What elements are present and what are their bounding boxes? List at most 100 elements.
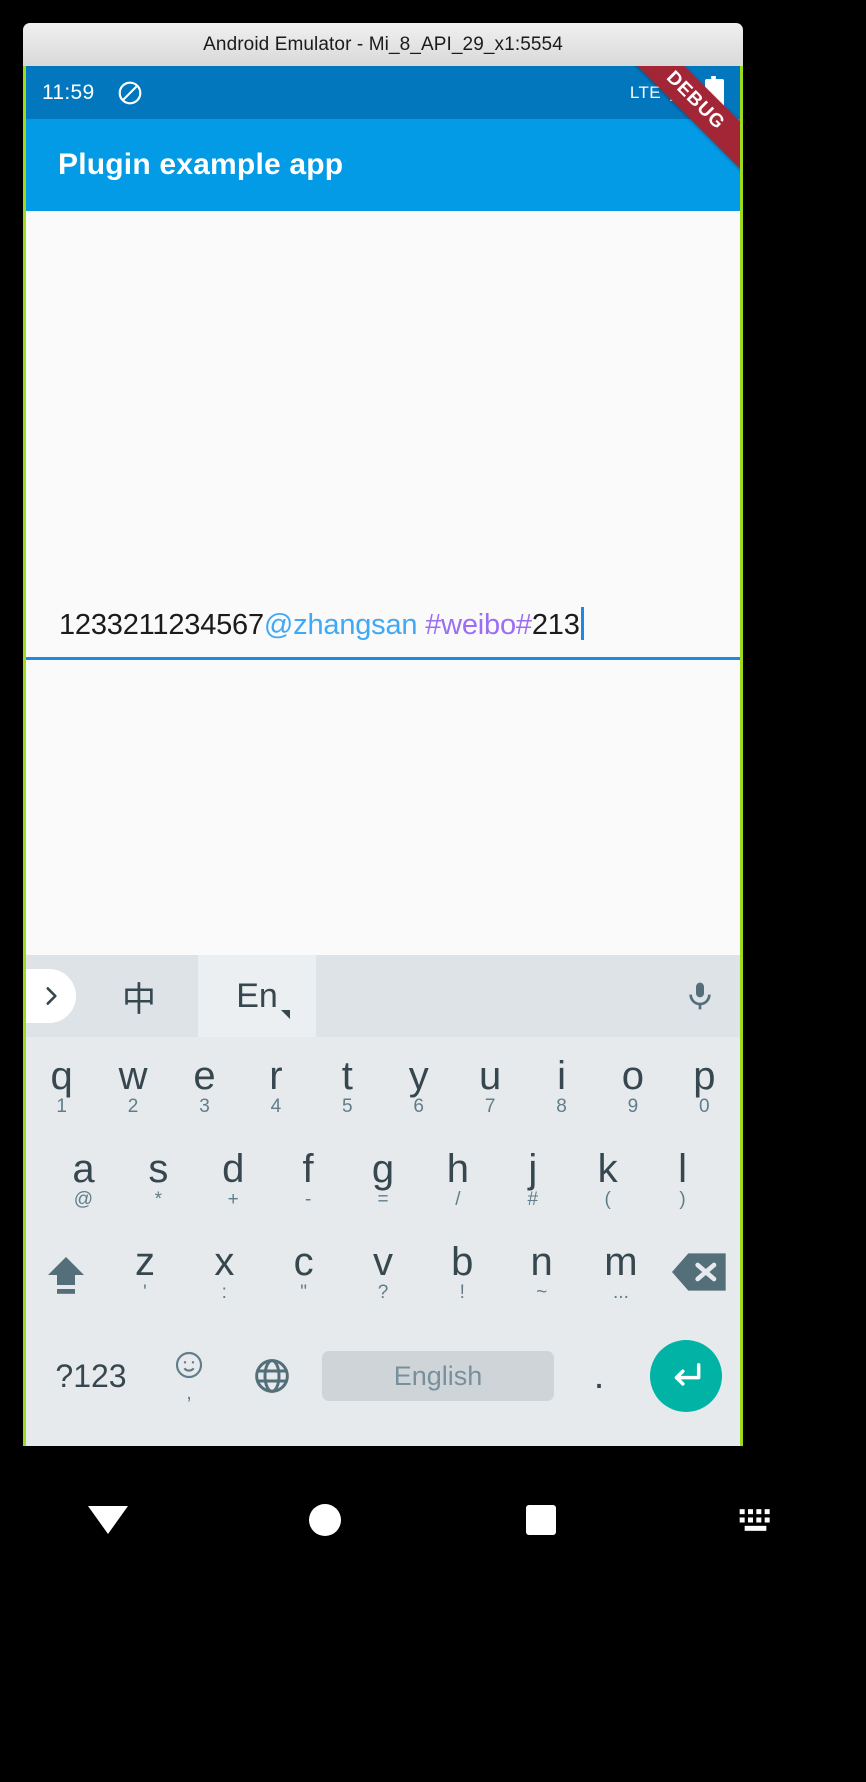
- microphone-icon[interactable]: [660, 955, 740, 1037]
- key-main-label: t: [341, 1054, 353, 1098]
- key-r[interactable]: r4: [240, 1043, 311, 1117]
- keyboard-language-chinese[interactable]: 中: [80, 955, 198, 1037]
- soft-keyboard: 中 En q1w2e3r4t5y6u7i8o9p0 a @ s * d + f - g = h / j #…: [26, 955, 740, 1446]
- key-sub-label: 7: [484, 1096, 496, 1117]
- key-sub-label: ": [300, 1282, 308, 1303]
- key-l[interactable]: l): [645, 1136, 720, 1210]
- key-o[interactable]: o9: [597, 1043, 668, 1117]
- key-k[interactable]: k(: [570, 1136, 645, 1210]
- text-topic: #weibo#: [417, 609, 532, 641]
- key-main-label: l: [678, 1147, 688, 1191]
- key-a[interactable]: a @: [46, 1136, 121, 1210]
- dropdown-triangle-icon: [281, 1010, 290, 1019]
- key-main-label: o: [621, 1054, 645, 1098]
- shift-icon[interactable]: [26, 1229, 105, 1299]
- text-mention: @zhangsan: [263, 609, 418, 641]
- key-n[interactable]: n ~: [502, 1229, 581, 1303]
- key-u[interactable]: u7: [454, 1043, 525, 1117]
- key-d[interactable]: d +: [196, 1136, 271, 1210]
- key-main-label: w: [118, 1054, 148, 1098]
- enter-icon: [650, 1340, 722, 1412]
- key-main-label: p: [693, 1054, 716, 1098]
- key-y[interactable]: y6: [383, 1043, 454, 1117]
- keyboard-language-english-label: En: [236, 976, 278, 1015]
- key-j[interactable]: j #: [495, 1136, 570, 1210]
- key-sub-label: 0: [699, 1096, 710, 1117]
- keyboard-toolbar-spacer: [316, 955, 660, 1037]
- keyboard-row-4: ?123 , English .: [26, 1322, 740, 1430]
- page-title: Plugin example app: [58, 148, 344, 181]
- space-key-label: English: [393, 1360, 483, 1391]
- key-main-label: v: [372, 1240, 393, 1284]
- enter-key[interactable]: [638, 1340, 734, 1412]
- key-main-label: u: [478, 1054, 502, 1098]
- back-triangle-icon[interactable]: [78, 1490, 138, 1550]
- symbols-key[interactable]: ?123: [32, 1358, 150, 1395]
- key-i[interactable]: i8: [526, 1043, 597, 1117]
- key-sub-label: -: [304, 1189, 312, 1210]
- chevron-right-icon: [26, 969, 76, 1023]
- key-sub-label: +: [227, 1189, 239, 1210]
- globe-icon[interactable]: [228, 1356, 316, 1396]
- key-m[interactable]: m...: [581, 1229, 660, 1303]
- key-main-label: s: [148, 1147, 169, 1191]
- key-main-label: b: [451, 1240, 474, 1284]
- key-c[interactable]: c ": [264, 1229, 343, 1303]
- key-main-label: n: [530, 1240, 553, 1284]
- key-main-label: y: [408, 1054, 429, 1098]
- keyboard-icon[interactable]: [728, 1490, 788, 1550]
- key-s[interactable]: s *: [121, 1136, 196, 1210]
- space-key[interactable]: English: [322, 1351, 554, 1401]
- android-nav-bar: [0, 1446, 866, 1782]
- key-q[interactable]: q1: [26, 1043, 97, 1117]
- key-b[interactable]: b!: [423, 1229, 502, 1303]
- key-sub-label: 9: [627, 1096, 639, 1117]
- home-circle-icon[interactable]: [295, 1490, 355, 1550]
- rich-text-field[interactable]: 1233211234567@zhangsan #weibo#213: [26, 604, 740, 660]
- key-sub-label: ?: [377, 1282, 389, 1303]
- keyboard-row-3: z ' x: c " v? b! n ~ m...: [26, 1229, 740, 1322]
- key-main-label: r: [269, 1054, 283, 1098]
- key-main-label: k: [597, 1147, 618, 1191]
- key-main-label: d: [222, 1147, 245, 1191]
- key-e[interactable]: e3: [169, 1043, 240, 1117]
- keyboard-language-english[interactable]: En: [198, 955, 316, 1037]
- key-main-label: c: [293, 1240, 314, 1284]
- key-p[interactable]: p0: [669, 1043, 740, 1117]
- keyboard-row-1: q1w2e3r4t5y6u7i8o9p0: [26, 1043, 740, 1136]
- key-x[interactable]: x:: [185, 1229, 264, 1303]
- backspace-icon[interactable]: [661, 1229, 740, 1293]
- key-sub-label: *: [154, 1189, 163, 1210]
- key-main-label: g: [371, 1147, 395, 1191]
- key-h[interactable]: h /: [420, 1136, 495, 1210]
- keyboard-row-2: a @ s * d + f - g = h / j # k(l): [26, 1136, 740, 1229]
- key-f[interactable]: f-: [271, 1136, 346, 1210]
- key-sub-label: !: [459, 1282, 465, 1303]
- app-bar: Plugin example app: [26, 119, 740, 211]
- key-sub-label: 6: [413, 1096, 424, 1117]
- key-g[interactable]: g =: [346, 1136, 421, 1210]
- key-sub-label: 3: [199, 1096, 210, 1117]
- emoji-key[interactable]: ,: [150, 1349, 228, 1404]
- key-main-label: z: [134, 1240, 155, 1284]
- key-sub-label: @: [73, 1189, 94, 1210]
- status-bar-clock: 11:59: [42, 80, 95, 104]
- emulator-window-title: Android Emulator - Mi_8_API_29_x1:5554: [203, 33, 563, 55]
- key-sub-label: 4: [270, 1096, 282, 1117]
- key-v[interactable]: v?: [343, 1229, 422, 1303]
- key-z[interactable]: z ': [105, 1229, 184, 1303]
- key-t[interactable]: t5: [312, 1043, 383, 1117]
- emulator-title-bar: Android Emulator - Mi_8_API_29_x1:5554: [23, 23, 743, 66]
- keyboard-toolbar: 中 En: [26, 955, 740, 1037]
- key-sub-label: 5: [342, 1096, 353, 1117]
- key-sub-label: :: [221, 1282, 227, 1303]
- key-sub-label: (: [604, 1189, 611, 1210]
- recents-square-icon[interactable]: [511, 1490, 571, 1550]
- key-sub-label: =: [377, 1189, 389, 1210]
- keyboard-expand-button[interactable]: [26, 955, 80, 1037]
- period-key[interactable]: .: [560, 1357, 638, 1395]
- android-status-bar: 11:59 LTE: [26, 66, 740, 119]
- key-w[interactable]: w2: [97, 1043, 168, 1117]
- key-sub-label: 8: [556, 1096, 567, 1117]
- key-sub-label: ': [143, 1282, 147, 1303]
